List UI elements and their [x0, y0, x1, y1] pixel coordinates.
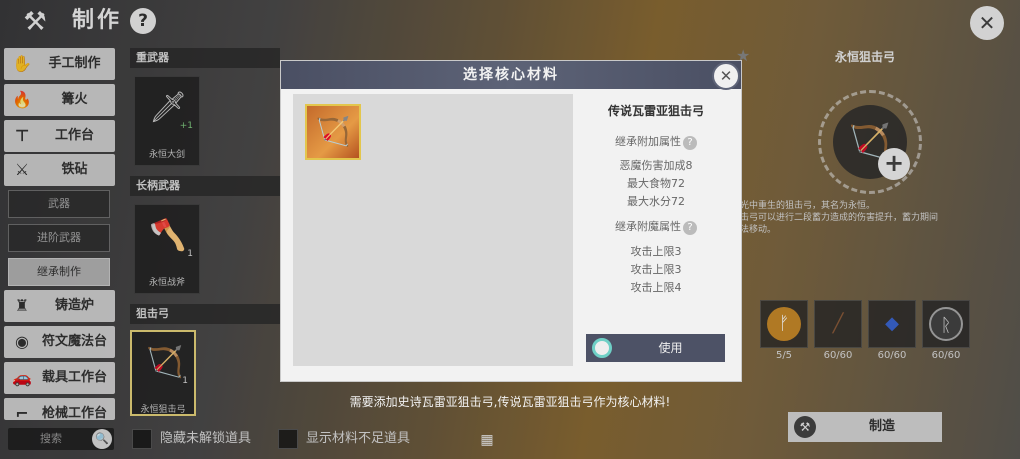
enchant-line: 攻击上限3 — [630, 263, 682, 276]
enchant-line: 攻击上限4 — [630, 281, 682, 294]
modal-title: 选择核心材料 — [281, 61, 741, 89]
core-material-hint: 需要添加史诗瓦雷亚狙击弓,传说瓦雷亚狙击弓作为核心材料! — [349, 395, 671, 409]
use-label: 使用 — [658, 341, 683, 355]
section-label: 继承附加属性 — [615, 135, 681, 148]
inherit-enchant-heading: 继承附魔属性? — [586, 218, 726, 235]
question-icon[interactable]: ? — [683, 136, 697, 150]
section-label: 继承附魔属性 — [615, 220, 681, 233]
attr-line: 恶魔伤害加成8 — [619, 159, 693, 172]
legendary-bow-slot[interactable]: 🏹 — [305, 104, 361, 160]
item-title: 传说瓦雷亚狙击弓 — [607, 104, 704, 118]
attr-line: 最大水分72 — [627, 195, 685, 208]
enchant-line: 攻击上限3 — [630, 245, 682, 258]
attr-line: 最大食物72 — [627, 177, 685, 190]
close-icon[interactable]: ✕ — [712, 62, 740, 90]
question-icon[interactable]: ? — [683, 221, 697, 235]
circle-icon — [592, 338, 612, 358]
inherit-attr-heading: 继承附加属性? — [586, 133, 726, 150]
use-button[interactable]: 使用 — [586, 334, 725, 362]
